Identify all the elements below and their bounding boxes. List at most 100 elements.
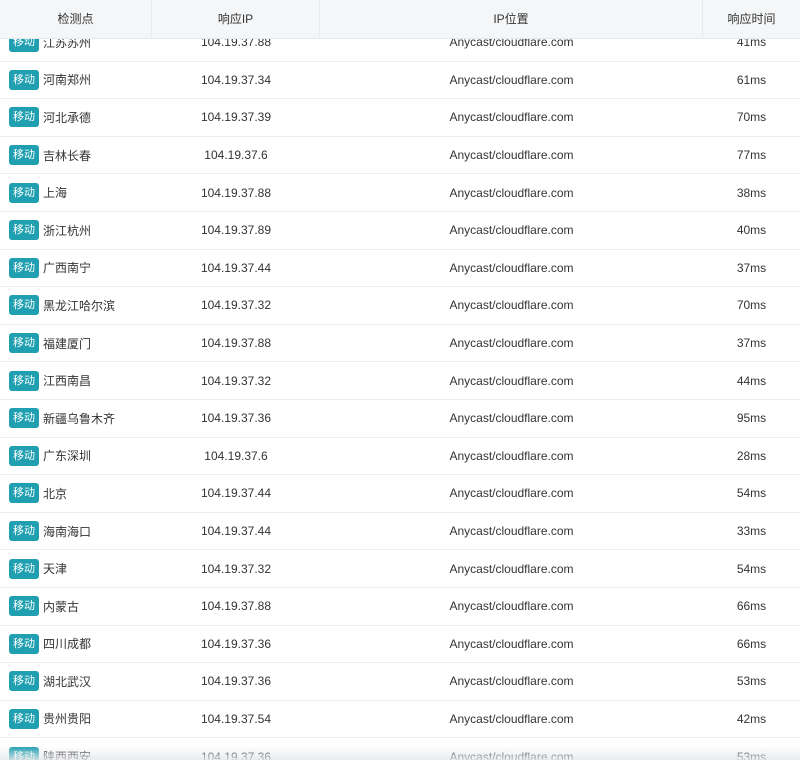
table-row[interactable]: 移动 湖北武汉 104.19.37.36 Anycast/cloudflare.com…	[0, 663, 800, 701]
location-label: 新疆乌鲁木齐	[43, 411, 116, 426]
response-time-cell: 53ms	[736, 674, 767, 689]
response-ip-cell: 104.19.37.32	[200, 298, 272, 313]
response-time-cell: 54ms	[736, 486, 767, 501]
carrier-badge: 移动	[9, 708, 39, 729]
location-cell: 移动 吉林长春	[0, 145, 152, 166]
location-cell: 移动 河南郑州	[0, 69, 152, 90]
ip-location-cell: Anycast/cloudflare.com	[449, 223, 574, 238]
location-label: 内蒙古	[43, 599, 80, 614]
response-ip-cell: 104.19.37.44	[200, 486, 272, 501]
location-cell: 移动 四川成都	[0, 633, 152, 654]
table-row[interactable]: 移动 河北承德 104.19.37.39 Anycast/cloudflare.com…	[0, 99, 800, 137]
location-label: 上海	[43, 186, 68, 201]
table-row[interactable]: 移动 黑龙江哈尔滨 104.19.37.32 Anycast/cloudflare.c…	[0, 287, 800, 325]
table-row[interactable]: 移动 海南海口 104.19.37.44 Anycast/cloudflare.com…	[0, 512, 800, 551]
response-time-cell: 38ms	[736, 185, 767, 200]
location-cell: 移动 内蒙古	[0, 596, 152, 617]
carrier-badge: 移动	[9, 182, 39, 203]
location-cell: 移动 广东深圳	[0, 445, 152, 466]
carrier-badge: 移动	[9, 295, 39, 316]
ip-location-cell: Anycast/cloudflare.com	[449, 336, 574, 351]
response-time-cell: 40ms	[736, 223, 767, 238]
response-ip-cell: 104.19.37.54	[200, 711, 272, 726]
location-cell: 移动 江西南昌	[0, 370, 152, 391]
carrier-badge: 移动	[9, 671, 39, 692]
response-time-cell: 54ms	[736, 561, 767, 576]
location-label: 广西南宁	[43, 261, 92, 276]
response-time-cell: 37ms	[736, 260, 767, 275]
ip-location-cell: Anycast/cloudflare.com	[449, 674, 574, 689]
location-cell: 移动 上海	[0, 182, 152, 203]
response-ip-cell: 104.19.37.88	[200, 185, 272, 200]
response-ip-cell: 104.19.37.6	[204, 148, 268, 163]
location-cell: 移动 黑龙江哈尔滨	[0, 295, 152, 316]
location-label: 北京	[43, 486, 68, 501]
table-row[interactable]: 移动 北京 104.19.37.44 Anycast/cloudflare.com 54…	[0, 475, 800, 513]
response-time-cell: 66ms	[736, 599, 767, 614]
response-ip-cell: 104.19.37.36	[200, 674, 272, 689]
ip-location-cell: Anycast/cloudflare.com	[449, 636, 574, 651]
table-row[interactable]: 移动 贵州贵阳 104.19.37.54 Anycast/cloudflare.com…	[0, 700, 800, 739]
table-row[interactable]: 移动 江西南昌 104.19.37.32 Anycast/cloudflare.com…	[0, 362, 800, 400]
location-label: 河北承德	[43, 110, 92, 125]
table-row[interactable]: 移动 新疆乌鲁木齐 104.19.37.36 Anycast/cloudflare.c…	[0, 399, 800, 438]
table-row[interactable]: 移动 福建厦门 104.19.37.88 Anycast/cloudflare.com…	[0, 324, 800, 363]
carrier-badge: 移动	[9, 596, 39, 617]
location-label: 天津	[43, 562, 68, 577]
response-ip-cell: 104.19.37.6	[204, 448, 268, 463]
response-ip-cell: 104.19.37.32	[200, 561, 272, 576]
response-ip-cell: 104.19.37.32	[200, 373, 272, 388]
ip-location-cell: Anycast/cloudflare.com	[449, 411, 574, 426]
location-label: 福建厦门	[43, 336, 92, 351]
location-cell: 移动 湖北武汉	[0, 671, 152, 692]
column-header-response-time[interactable]: 响应时间	[703, 0, 800, 38]
response-time-cell: 44ms	[736, 373, 767, 388]
ip-location-cell: Anycast/cloudflare.com	[449, 298, 574, 313]
response-time-cell: 95ms	[736, 411, 767, 426]
response-time-cell: 33ms	[736, 524, 767, 539]
response-time-cell: 42ms	[736, 711, 767, 726]
response-time-cell: 28ms	[736, 448, 767, 463]
ip-location-cell: Anycast/cloudflare.com	[449, 373, 574, 388]
table-row[interactable]: 移动 广东深圳 104.19.37.6 Anycast/cloudflare.com 2…	[0, 437, 800, 476]
column-header-ip-location[interactable]: IP位置	[320, 0, 703, 38]
table-row[interactable]: 移动 天津 104.19.37.32 Anycast/cloudflare.com 54…	[0, 550, 800, 588]
ip-location-cell: Anycast/cloudflare.com	[449, 711, 574, 726]
response-ip-cell: 104.19.37.89	[200, 223, 272, 238]
table-row[interactable]: 移动 河南郑州 104.19.37.34 Anycast/cloudflare.com…	[0, 61, 800, 100]
location-label: 河南郑州	[43, 73, 92, 88]
ip-location-cell: Anycast/cloudflare.com	[449, 110, 574, 125]
table-row[interactable]: 移动 吉林长春 104.19.37.6 Anycast/cloudflare.com 7…	[0, 136, 800, 175]
table-header: 检测点 响应IP IP位置 响应时间	[0, 0, 800, 39]
location-cell: 移动 浙江杭州	[0, 220, 152, 241]
ip-location-cell: Anycast/cloudflare.com	[449, 72, 574, 87]
location-label: 广东深圳	[43, 449, 92, 464]
table-row[interactable]: 移动 广西南宁 104.19.37.44 Anycast/cloudflare.com…	[0, 249, 800, 288]
ip-location-cell: Anycast/cloudflare.com	[449, 524, 574, 539]
location-cell: 移动 福建厦门	[0, 333, 152, 354]
ip-location-cell: Anycast/cloudflare.com	[449, 561, 574, 576]
response-ip-cell: 104.19.37.36	[200, 636, 272, 651]
location-cell: 移动 贵州贵阳	[0, 708, 152, 729]
response-time-cell: 37ms	[736, 336, 767, 351]
response-ip-cell: 104.19.37.34	[200, 72, 272, 87]
response-time-cell: 77ms	[736, 148, 767, 163]
table-row[interactable]: 移动 上海 104.19.37.88 Anycast/cloudflare.com 38…	[0, 174, 800, 212]
column-header-response-ip[interactable]: 响应IP	[152, 0, 320, 38]
location-label: 吉林长春	[43, 148, 92, 163]
column-header-location[interactable]: 检测点	[0, 0, 152, 38]
response-ip-cell: 104.19.37.39	[200, 110, 272, 125]
table-row[interactable]: 移动 四川成都 104.19.37.36 Anycast/cloudflare.com…	[0, 625, 800, 664]
carrier-badge: 移动	[9, 483, 39, 504]
carrier-badge: 移动	[9, 257, 39, 278]
response-ip-cell: 104.19.37.44	[200, 524, 272, 539]
table-row[interactable]: 移动 内蒙古 104.19.37.88 Anycast/cloudflare.com 6…	[0, 587, 800, 626]
response-ip-cell: 104.19.37.44	[200, 260, 272, 275]
carrier-badge: 移动	[9, 408, 39, 429]
scroll-fade	[0, 746, 800, 760]
location-label: 江西南昌	[43, 374, 92, 389]
ip-location-cell: Anycast/cloudflare.com	[449, 185, 574, 200]
location-cell: 移动 海南海口	[0, 521, 152, 542]
location-cell: 移动 河北承德	[0, 107, 152, 128]
table-row[interactable]: 移动 浙江杭州 104.19.37.89 Anycast/cloudflare.com…	[0, 211, 800, 250]
